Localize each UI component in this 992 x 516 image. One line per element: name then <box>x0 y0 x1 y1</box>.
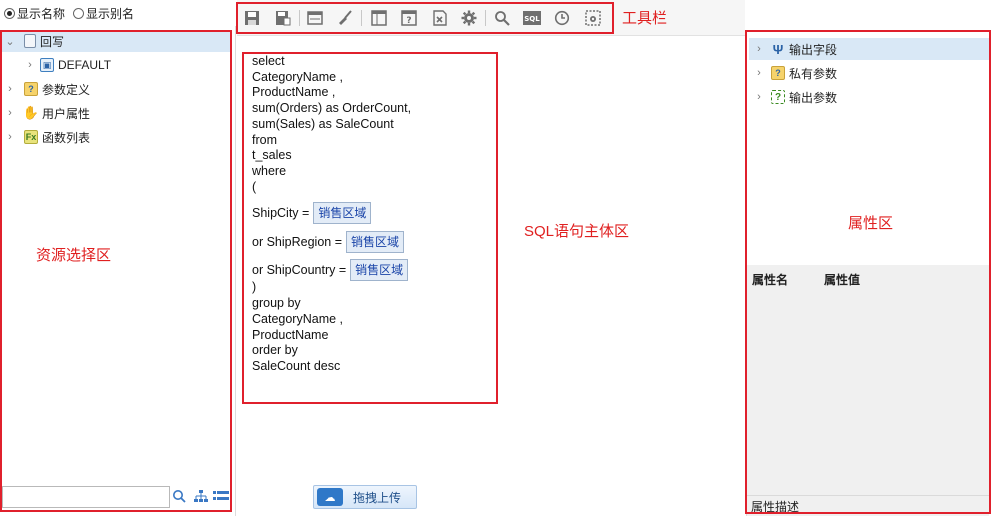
radio-show-name-label: 显示名称 <box>17 6 66 21</box>
radio-show-name[interactable]: 显示名称 <box>4 5 65 22</box>
tree-item-param-def[interactable]: › ? 参数定义 <box>0 78 232 100</box>
search-icon[interactable] <box>492 8 512 28</box>
toolbar-separator <box>361 10 362 26</box>
sql-line: ) <box>252 280 257 294</box>
tree-item-label: 参数定义 <box>42 82 91 97</box>
tree-item-user-attrs[interactable]: › ✋ 用户属性 <box>0 102 232 124</box>
search-icon[interactable] <box>171 488 187 504</box>
svg-text:?: ? <box>406 16 411 26</box>
chevron-right-icon[interactable]: › <box>753 67 765 79</box>
save-icon[interactable] <box>242 8 262 28</box>
sql-line-shipregion: or ShipRegion = 销售区域 <box>252 231 405 253</box>
radio-selected-icon[interactable] <box>4 7 15 19</box>
tree-item-label: 回写 <box>40 34 65 49</box>
output-params-icon: ? <box>771 90 785 104</box>
chevron-right-icon[interactable]: › <box>24 59 36 71</box>
svg-text:SQL: SQL <box>524 15 540 23</box>
param-tag-sales-region[interactable]: 销售区域 <box>313 202 372 224</box>
user-attr-hand-icon: ✋ <box>22 105 40 120</box>
sql-line: ProductName , <box>252 85 336 99</box>
chevron-right-icon[interactable]: › <box>4 83 16 95</box>
tree-item-functions[interactable]: › Fx 函数列表 <box>0 126 232 148</box>
sql-line-shipcity: ShipCity = 销售区域 <box>252 202 372 224</box>
sql-line: CategoryName , <box>252 312 344 326</box>
layout-icon[interactable] <box>369 8 389 28</box>
radio-show-alias[interactable]: 显示别名 <box>73 5 134 22</box>
output-fields-icon: Ψ <box>772 41 784 57</box>
tree-item-label: DEFAULT <box>58 58 112 72</box>
prop-tree-item-output-fields[interactable]: › Ψ 输出字段 <box>749 38 990 60</box>
excel-export-icon[interactable] <box>430 8 450 28</box>
function-list-icon: Fx <box>24 130 38 144</box>
radio-unselected-icon[interactable] <box>73 7 85 19</box>
param-tag-sales-region[interactable]: 销售区域 <box>350 259 409 281</box>
sql-line: order by <box>252 343 298 357</box>
sql-line: ProductName <box>252 328 329 342</box>
tree-item-label: 用户属性 <box>42 106 91 121</box>
settings-gear-icon[interactable] <box>459 8 479 28</box>
sql-line-text: or ShipRegion = <box>252 235 342 249</box>
property-area-annotation: 属性区 <box>848 215 894 232</box>
prop-tree-item-label: 输出字段 <box>789 42 838 57</box>
param-question-icon[interactable]: ? <box>399 8 419 28</box>
resource-panel: ⌄ 回写 › ▣ DEFAULT › ? 参数定义 › ✋ 用户属性 › Fx … <box>0 26 236 516</box>
chevron-right-icon[interactable]: › <box>753 91 765 103</box>
property-grid[interactable] <box>747 265 989 495</box>
tree-item-writeback[interactable]: ⌄ 回写 <box>0 30 232 52</box>
sql-line: where <box>252 164 287 178</box>
sql-line: sum(Sales) as SaleCount <box>252 117 394 131</box>
tree-item-label: 函数列表 <box>42 130 91 145</box>
clear-broom-icon[interactable] <box>335 8 355 28</box>
param-tag-sales-region[interactable]: 销售区域 <box>346 231 405 253</box>
toolbar-separator <box>299 10 300 26</box>
property-name-header: 属性名 <box>752 273 789 287</box>
clock-icon[interactable] <box>552 8 572 28</box>
preview-settings-icon[interactable] <box>583 8 603 28</box>
chevron-right-icon[interactable]: › <box>4 107 16 119</box>
sql-area-annotation: SQL语句主体区 <box>524 223 630 240</box>
chevron-down-icon[interactable]: ⌄ <box>4 35 16 48</box>
sql-line: ( <box>252 180 257 194</box>
toolbar-annotation: 工具栏 <box>622 10 668 27</box>
sql-line-shipcountry: or ShipCountry = 销售区域 <box>252 259 409 281</box>
prop-tree-item-output-params[interactable]: › ? 输出参数 <box>749 86 990 108</box>
display-mode-radio-group: 显示名称 显示别名 <box>0 0 236 26</box>
param-def-icon: ? <box>24 82 38 96</box>
sql-icon[interactable]: SQL <box>522 8 542 28</box>
sql-line: group by <box>252 296 301 310</box>
prop-tree-item-private-params[interactable]: › ? 私有参数 <box>749 62 990 84</box>
writeback-doc-icon <box>24 34 36 48</box>
tree-view-icon[interactable] <box>193 488 209 504</box>
sql-line-text: ShipCity = <box>252 206 310 220</box>
prop-tree-item-label: 私有参数 <box>789 66 838 81</box>
property-description: 属性描述 <box>747 495 989 516</box>
sql-line: select <box>252 54 285 68</box>
resource-search-input[interactable] <box>2 486 170 508</box>
cloud-upload-icon: ☁ <box>317 488 343 506</box>
tree-item-default[interactable]: › ▣ DEFAULT <box>0 54 232 76</box>
prop-tree-item-label: 输出参数 <box>789 90 838 105</box>
datasource-icon: ▣ <box>40 58 54 72</box>
format-table-icon[interactable] <box>305 8 325 28</box>
list-view-icon[interactable] <box>213 488 229 504</box>
property-value-header: 属性值 <box>824 273 861 287</box>
save-as-icon[interactable] <box>273 8 293 28</box>
drag-upload-button[interactable]: ☁ 拖拽上传 <box>313 485 417 509</box>
sql-line: from <box>252 133 277 147</box>
radio-show-alias-label: 显示别名 <box>86 6 135 21</box>
sql-line: CategoryName , <box>252 70 344 84</box>
drag-upload-label: 拖拽上传 <box>353 490 402 505</box>
sql-line: t_sales <box>252 148 292 162</box>
resource-area-annotation: 资源选择区 <box>36 247 112 264</box>
chevron-right-icon[interactable]: › <box>753 43 765 55</box>
private-params-icon: ? <box>771 66 785 80</box>
chevron-right-icon[interactable]: › <box>4 131 16 143</box>
sql-line: SaleCount desc <box>252 359 341 373</box>
sql-line: sum(Orders) as OrderCount, <box>252 101 412 115</box>
toolbar-separator <box>485 10 486 26</box>
sql-code-block[interactable]: select CategoryName , ProductName , sum(… <box>252 54 411 373</box>
sql-line-text: or ShipCountry = <box>252 263 347 277</box>
